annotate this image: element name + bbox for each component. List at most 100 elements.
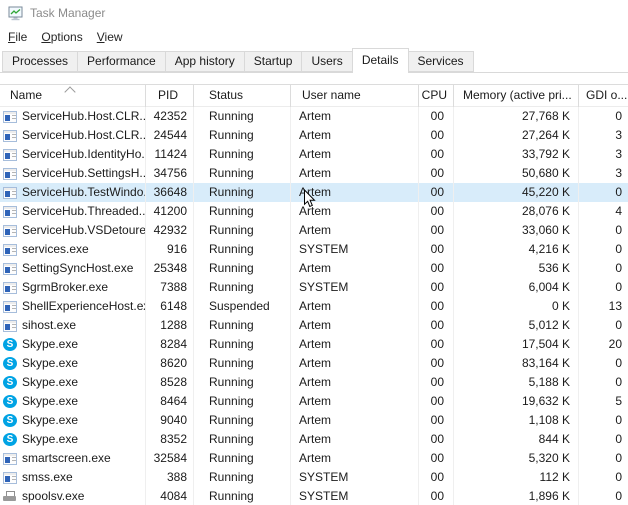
process-status-cell: Running — [209, 451, 254, 465]
process-name-cell: ServiceHub.TestWindo... — [0, 183, 145, 202]
column-divider[interactable] — [193, 84, 194, 505]
column-divider[interactable] — [290, 84, 291, 505]
tab-app-history[interactable]: App history — [164, 51, 245, 72]
column-divider[interactable] — [453, 84, 454, 505]
process-pid-cell: 42932 — [153, 223, 187, 237]
process-row-settingsynchost-exe-25348[interactable]: SettingSyncHost.exe 25348 Running Artem 00 53… — [0, 259, 628, 278]
process-row-skype-exe-8528[interactable]: Skype.exe 8528 Running Artem 00 5,188 K 0 — [0, 373, 628, 392]
process-pid-cell: 11424 — [154, 147, 187, 161]
process-row-servicehub-identityho--11424[interactable]: ServiceHub.IdentityHo... 11424 Running Arte… — [0, 145, 628, 164]
process-pid-cell: 41200 — [153, 204, 187, 218]
process-user-cell: Artem — [299, 223, 332, 237]
process-row-servicehub-threaded--41200[interactable]: ServiceHub.Threaded... 41200 Running Artem 0… — [0, 202, 628, 221]
column-divider[interactable] — [578, 84, 579, 505]
column-header-cpu[interactable]: CPU — [418, 85, 453, 106]
process-user-cell: Artem — [299, 432, 332, 446]
process-cpu-cell: 00 — [430, 147, 444, 161]
process-status-cell: Suspended — [209, 299, 270, 313]
process-pid-cell: 36648 — [153, 185, 187, 199]
process-row-spoolsv-exe-4084[interactable]: spoolsv.exe 4084 Running SYSTEM 00 1,896 K 0 — [0, 487, 628, 505]
process-memory-cell: 536 K — [538, 261, 570, 275]
process-row-skype-exe-8352[interactable]: Skype.exe 8352 Running Artem 00 844 K 0 — [0, 430, 628, 449]
process-memory-cell: 33,792 K — [521, 147, 570, 161]
process-user-cell: Artem — [299, 451, 332, 465]
default-exe-icon — [3, 471, 17, 484]
process-row-smartscreen-exe-32584[interactable]: smartscreen.exe 32584 Running Artem 00 5,320 … — [0, 449, 628, 468]
process-gdi-cell: 0 — [615, 356, 622, 370]
process-name: SgrmBroker.exe — [22, 280, 109, 294]
process-row-sihost-exe-1288[interactable]: sihost.exe 1288 Running Artem 00 5,012 K 0 — [0, 316, 628, 335]
process-pid-cell: 7388 — [160, 280, 187, 294]
process-name-cell: ServiceHub.Host.CLR.... — [0, 107, 145, 126]
process-row-servicehub-host-clr--24544[interactable]: ServiceHub.Host.CLR.... 24544 Running Artem… — [0, 126, 628, 145]
process-memory-cell: 112 K — [539, 470, 570, 484]
process-status-cell: Running — [209, 337, 254, 351]
process-row-skype-exe-8620[interactable]: Skype.exe 8620 Running Artem 00 83,164 K 0 — [0, 354, 628, 373]
menu-item-file[interactable]: File — [1, 27, 34, 47]
process-name-cell: sihost.exe — [0, 316, 145, 335]
menu-accelerator: V — [96, 29, 105, 44]
column-divider[interactable] — [145, 84, 146, 505]
column-divider[interactable] — [418, 84, 419, 505]
process-gdi-cell: 0 — [615, 109, 622, 123]
column-header-gdi[interactable]: GDI o... — [578, 85, 628, 106]
process-gdi-cell: 0 — [615, 280, 622, 294]
process-row-servicehub-host-clr--42352[interactable]: ServiceHub.Host.CLR.... 42352 Running Artem… — [0, 107, 628, 126]
process-gdi-cell: 3 — [615, 147, 622, 161]
process-row-sgrmbroker-exe-7388[interactable]: SgrmBroker.exe 7388 Running SYSTEM 00 6,004 K… — [0, 278, 628, 297]
printer-icon — [3, 490, 17, 503]
process-gdi-cell: 0 — [615, 375, 622, 389]
task-manager-window: Task Manager File Options View Processes Pe… — [0, 0, 628, 505]
tab-performance[interactable]: Performance — [77, 51, 166, 72]
process-row-servicehub-settingsh--34756[interactable]: ServiceHub.SettingsH... 34756 Running Artem… — [0, 164, 628, 183]
process-row-services-exe-916[interactable]: services.exe 916 Running SYSTEM 00 4,216 K 0 — [0, 240, 628, 259]
process-gdi-cell: 0 — [615, 451, 622, 465]
process-user-cell: Artem — [299, 166, 332, 180]
process-status-cell: Running — [209, 356, 254, 370]
process-cpu-cell: 00 — [430, 261, 444, 275]
menu-item-view[interactable]: View — [90, 27, 130, 47]
column-header-pid[interactable]: PID — [145, 85, 193, 106]
process-pid-cell: 388 — [166, 470, 187, 484]
process-row-smss-exe-388[interactable]: smss.exe 388 Running SYSTEM 00 112 K 0 — [0, 468, 628, 487]
tab-users[interactable]: Users — [301, 51, 353, 72]
process-row-shellexperiencehost-exe-6148[interactable]: ShellExperienceHost.exe 6148 Suspended Arte… — [0, 297, 628, 316]
process-pid-cell: 4084 — [160, 489, 187, 503]
process-row-skype-exe-9040[interactable]: Skype.exe 9040 Running Artem 00 1,108 K 0 — [0, 411, 628, 430]
menu-accelerator: F — [8, 29, 16, 44]
column-header-user[interactable]: User name — [290, 85, 418, 106]
process-memory-cell: 6,004 K — [528, 280, 570, 294]
process-name-cell: smartscreen.exe — [0, 449, 145, 468]
process-pid-cell: 8284 — [160, 337, 187, 351]
process-name: Skype.exe — [22, 337, 79, 351]
process-name-cell: services.exe — [0, 240, 145, 259]
process-name: spoolsv.exe — [22, 489, 85, 503]
process-row-skype-exe-8464[interactable]: Skype.exe 8464 Running Artem 00 19,632 K 5 — [0, 392, 628, 411]
tab-startup[interactable]: Startup — [243, 51, 303, 72]
process-row-servicehub-testwindo--36648[interactable]: ServiceHub.TestWindo... 36648 Running Artem… — [0, 183, 628, 202]
process-row-servicehub-vsdetoure--42932[interactable]: ServiceHub.VSDetoure... 42932 Running Artem… — [0, 221, 628, 240]
process-row-skype-exe-8284[interactable]: Skype.exe 8284 Running Artem 00 17,504 K 20 — [0, 335, 628, 354]
menu-item-options[interactable]: Options — [34, 27, 89, 47]
process-name-cell: Skype.exe — [0, 411, 145, 430]
process-user-cell: Artem — [299, 356, 332, 370]
process-user-cell: SYSTEM — [299, 489, 349, 503]
process-user-cell: Artem — [299, 337, 332, 351]
tab-details[interactable]: Details — [351, 48, 409, 73]
process-gdi-cell: 0 — [615, 185, 622, 199]
tab-processes[interactable]: Processes — [2, 51, 79, 72]
task-manager-icon — [8, 6, 23, 21]
process-cpu-cell: 00 — [430, 204, 444, 218]
process-cpu-cell: 00 — [430, 489, 444, 503]
process-name-cell: ServiceHub.IdentityHo... — [0, 145, 145, 164]
process-name: smartscreen.exe — [22, 451, 111, 465]
column-header-memory[interactable]: Memory (active pri... — [453, 85, 578, 106]
tab-services[interactable]: Services — [407, 51, 474, 72]
process-name: ServiceHub.VSDetoure... — [22, 223, 145, 237]
process-pid-cell: 6148 — [160, 299, 187, 313]
column-header-status[interactable]: Status — [193, 85, 290, 106]
process-pid-cell: 8464 — [160, 394, 187, 408]
process-memory-cell: 27,768 K — [521, 109, 570, 123]
process-status-cell: Running — [209, 261, 254, 275]
process-memory-cell: 0 K — [551, 299, 570, 313]
